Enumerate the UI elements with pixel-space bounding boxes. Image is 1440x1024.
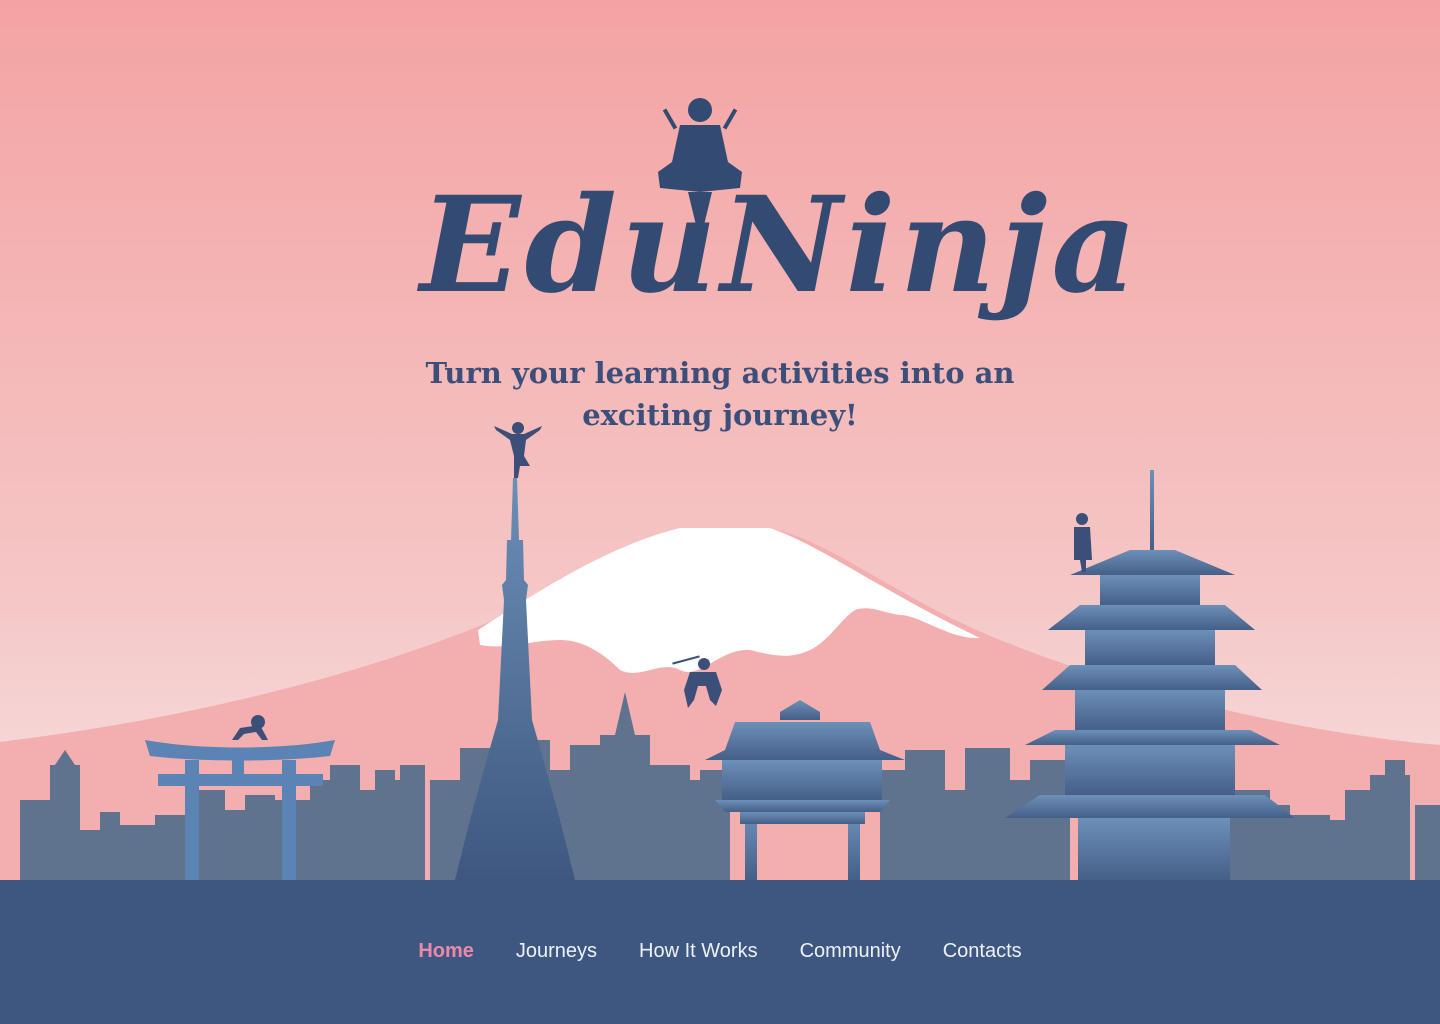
nav-item-how-it-works[interactable]: How It Works	[639, 940, 758, 963]
brand-logo: EduNinja	[420, 168, 1141, 323]
nav-item-community[interactable]: Community	[800, 940, 901, 963]
hero-tagline: Turn your learning activities into an ex…	[420, 352, 1020, 436]
nav-item-contacts[interactable]: Contacts	[943, 940, 1022, 963]
ninja-standing-icon	[1074, 513, 1092, 572]
tagline-line-2: exciting journey!	[582, 398, 858, 432]
nav-item-journeys[interactable]: Journeys	[516, 940, 597, 963]
tagline-line-1: Turn your learning activities into an	[425, 356, 1015, 390]
nav-item-home[interactable]: Home	[418, 940, 474, 963]
main-navigation: Home Journeys How It Works Community Con…	[0, 940, 1440, 963]
skyline-illustration	[0, 98, 1440, 880]
